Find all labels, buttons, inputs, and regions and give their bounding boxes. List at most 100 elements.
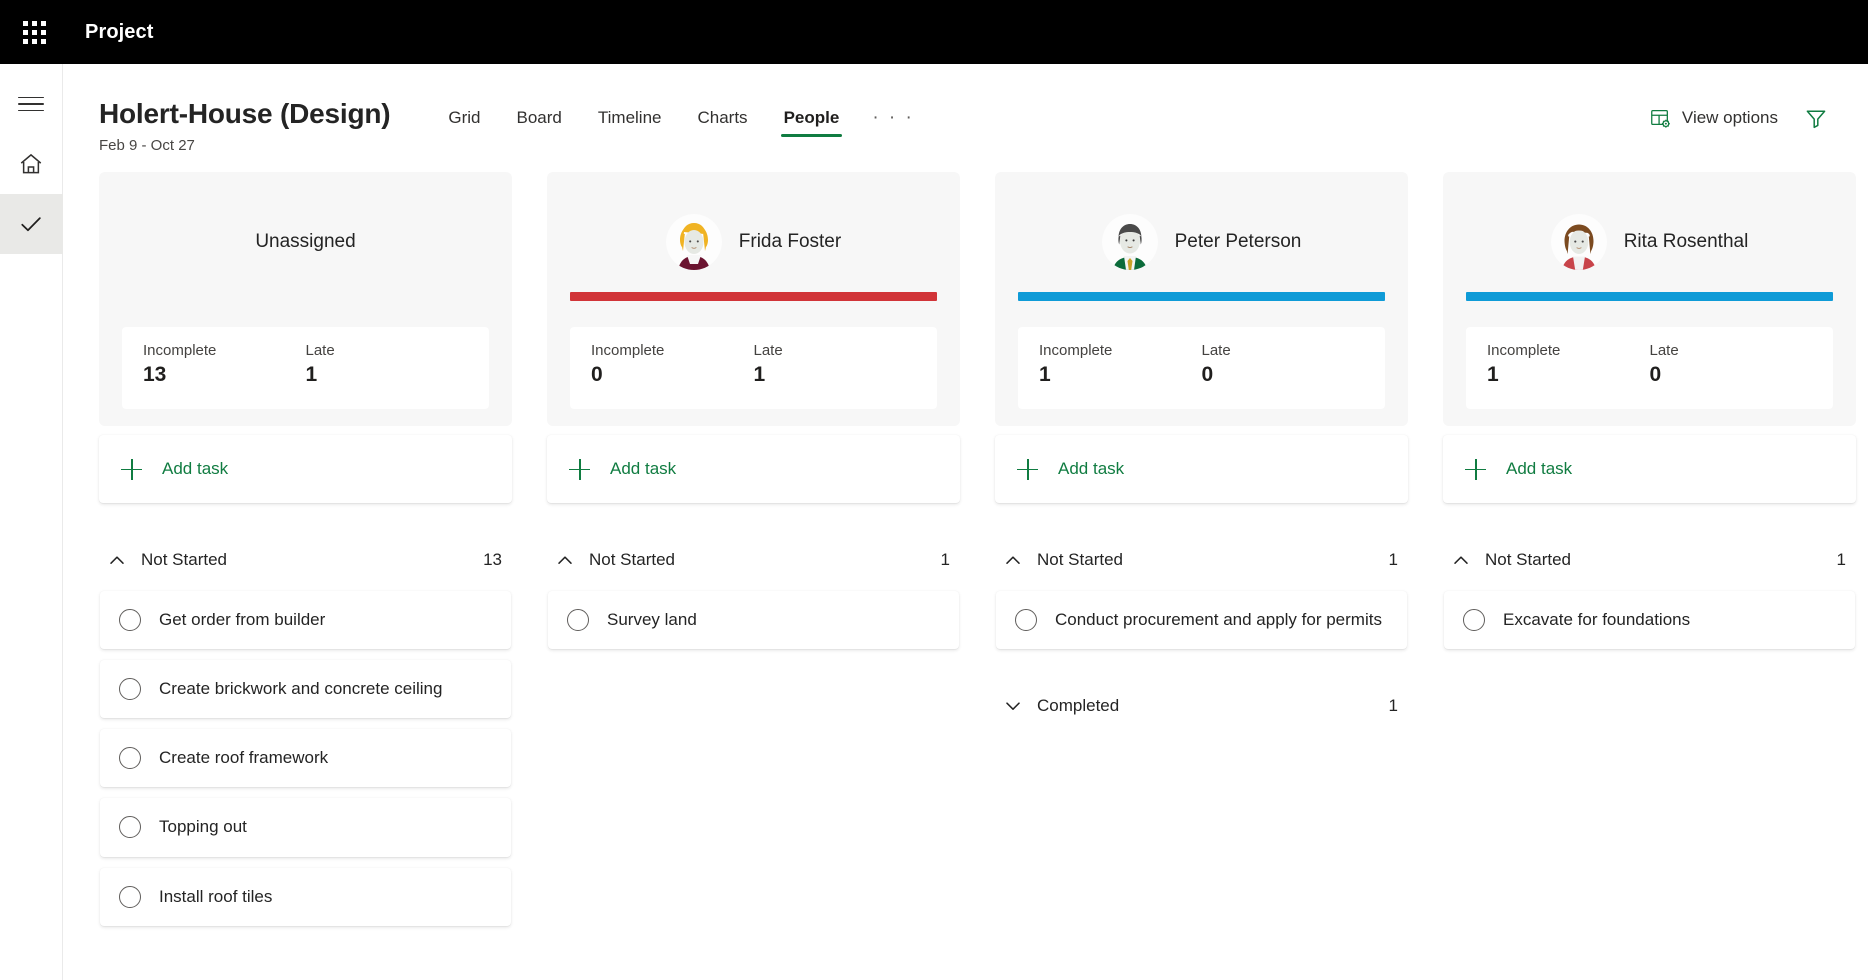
task-group-count: 13 <box>483 550 506 570</box>
task-checkbox[interactable] <box>119 609 141 631</box>
workload-progress-bar <box>1466 292 1833 301</box>
add-task-label: Add task <box>1058 459 1124 479</box>
person-name: Unassigned <box>255 231 355 253</box>
tab-people[interactable]: People <box>771 104 853 137</box>
task-checkbox[interactable] <box>119 678 141 700</box>
plus-icon <box>1017 459 1038 480</box>
task-checkbox[interactable] <box>1015 609 1037 631</box>
person-stats: Incomplete 13Late 1 <box>122 327 489 409</box>
sidebar-item-tasks[interactable] <box>0 194 63 254</box>
person-summary-card: Rita Rosenthal Incomplete 1Late 0 <box>1443 172 1856 426</box>
workload-progress-bar <box>122 292 489 301</box>
more-views-button[interactable]: · · · <box>862 106 924 136</box>
person-name: Frida Foster <box>739 231 841 253</box>
task-checkbox[interactable] <box>119 816 141 838</box>
header-actions: View options <box>1649 92 1832 130</box>
stat-late: Late 0 <box>1650 342 1813 409</box>
view-options-label: View options <box>1682 108 1778 128</box>
stat-incomplete-label: Incomplete <box>1039 342 1202 359</box>
app-shell: Holert-House (Design) Feb 9 - Oct 27 Gri… <box>0 64 1868 980</box>
chevron-up-icon <box>555 550 575 570</box>
task-group-title: Not Started <box>1485 550 1571 570</box>
home-icon <box>18 151 44 177</box>
task-group-header[interactable]: Not Started 1 <box>547 529 960 591</box>
chevron-up-icon <box>107 550 127 570</box>
person-header: Frida Foster <box>570 194 937 290</box>
stat-late: Late 1 <box>306 342 469 409</box>
task-checkbox[interactable] <box>567 609 589 631</box>
app-name[interactable]: Project <box>85 21 154 44</box>
task-checkbox[interactable] <box>119 886 141 908</box>
person-name: Rita Rosenthal <box>1624 231 1749 253</box>
page-title: Holert-House (Design) <box>99 98 390 130</box>
left-nav-rail <box>0 64 63 980</box>
stat-late: Late 0 <box>1202 342 1365 409</box>
person-summary-card: Unassigned Incomplete 13Late 1 <box>99 172 512 426</box>
task-checkbox[interactable] <box>119 747 141 769</box>
person-stats: Incomplete 1Late 0 <box>1466 327 1833 409</box>
person-column: Peter Peterson Incomplete 1 Late 0 Add tas… <box>995 172 1408 980</box>
task-group-header[interactable]: Not Started 13 <box>99 529 512 591</box>
tab-timeline[interactable]: Timeline <box>585 104 675 137</box>
avatar-image <box>666 214 722 270</box>
add-task-button[interactable]: Add task <box>99 435 512 503</box>
stat-late-value: 1 <box>306 363 469 387</box>
sidebar-item-home[interactable] <box>0 134 63 194</box>
chevron-up-icon <box>1451 550 1471 570</box>
task-group-count: 1 <box>1389 550 1402 570</box>
add-task-button[interactable]: Add task <box>1443 435 1856 503</box>
person-stats: Incomplete 0Late 1 <box>570 327 937 409</box>
task-card[interactable]: Conduct procurement and apply for permit… <box>996 591 1407 649</box>
tab-board[interactable]: Board <box>504 104 575 137</box>
filter-button[interactable] <box>1804 106 1828 130</box>
person-header: Rita Rosenthal <box>1466 194 1833 290</box>
avatar-image <box>1102 214 1158 270</box>
stat-incomplete: Incomplete 1 <box>1487 342 1650 409</box>
task-checkbox[interactable] <box>1463 609 1485 631</box>
task-card[interactable]: Install roof tiles <box>100 868 511 926</box>
task-group-header[interactable]: Not Started 1 <box>1443 529 1856 591</box>
task-group-count: 1 <box>941 550 954 570</box>
person-header: Peter Peterson <box>1018 194 1385 290</box>
view-tabs: Grid Board Timeline Charts People · · · <box>435 92 924 137</box>
task-group-count: 1 <box>1837 550 1850 570</box>
chevron-down-icon <box>1003 696 1023 716</box>
stat-incomplete: Incomplete 0 <box>591 342 754 409</box>
add-task-label: Add task <box>1506 459 1572 479</box>
stat-late-label: Late <box>754 342 917 359</box>
task-list: Excavate for foundations <box>1443 591 1856 649</box>
task-group-header[interactable]: Completed 1 <box>995 675 1408 737</box>
tab-grid[interactable]: Grid <box>435 104 493 137</box>
task-card[interactable]: Create roof framework <box>100 729 511 787</box>
stat-incomplete: Incomplete 13 <box>143 342 306 409</box>
add-task-button[interactable]: Add task <box>995 435 1408 503</box>
task-title: Conduct procurement and apply for permit… <box>1055 608 1388 632</box>
task-card[interactable]: Create brickwork and concrete ceiling <box>100 660 511 718</box>
top-app-bar: Project <box>0 0 1868 64</box>
view-options-button[interactable]: View options <box>1649 107 1778 129</box>
page-header: Holert-House (Design) Feb 9 - Oct 27 Gri… <box>63 64 1868 166</box>
checkmark-icon <box>17 210 45 238</box>
person-column: Rita Rosenthal Incomplete 1Late 0 Add tas… <box>1443 172 1856 980</box>
tab-charts[interactable]: Charts <box>684 104 760 137</box>
stat-incomplete-value: 0 <box>591 363 754 387</box>
task-card[interactable]: Topping out <box>100 798 511 856</box>
task-card[interactable]: Excavate for foundations <box>1444 591 1855 649</box>
task-list: Survey land <box>547 591 960 649</box>
add-task-button[interactable]: Add task <box>547 435 960 503</box>
person-column: Unassigned Incomplete 13Late 1 Add task N… <box>99 172 512 980</box>
hamburger-menu-icon <box>18 92 44 117</box>
task-group-count: 1 <box>1389 696 1402 716</box>
task-card[interactable]: Get order from builder <box>100 591 511 649</box>
task-title: Survey land <box>607 608 703 632</box>
stat-incomplete-value: 1 <box>1487 363 1650 387</box>
plus-icon <box>569 459 590 480</box>
add-task-label: Add task <box>610 459 676 479</box>
nav-toggle-button[interactable] <box>0 74 63 134</box>
task-title: Excavate for foundations <box>1503 608 1696 632</box>
person-name: Peter Peterson <box>1175 231 1302 253</box>
task-group-title: Not Started <box>1037 550 1123 570</box>
app-launcher-grid-icon[interactable] <box>10 8 58 56</box>
task-card[interactable]: Survey land <box>548 591 959 649</box>
task-group-header[interactable]: Not Started 1 <box>995 529 1408 591</box>
